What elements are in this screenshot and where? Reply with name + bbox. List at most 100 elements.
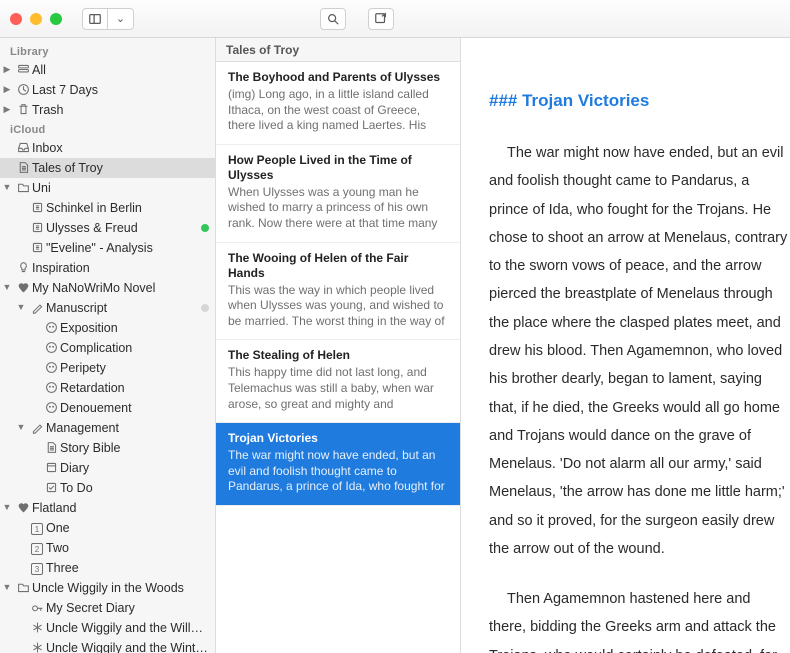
sidebar-item-uncle-wiggily-and-the-wintergreen[interactable]: ▶Uncle Wiggily and the Wintergreen	[0, 638, 215, 653]
disclosure-triangle-icon: ▶	[14, 542, 28, 553]
search-button[interactable]	[320, 8, 346, 30]
sidebar-item-label: Schinkel in Berlin	[46, 201, 209, 215]
note-list: The Boyhood and Parents of Ulysses(img) …	[216, 62, 460, 653]
sidebar-item-label: Exposition	[60, 321, 209, 335]
sidebar: Library ▶All▶Last 7 Days▶Trash iCloud ▶I…	[0, 38, 216, 653]
sidebar-item-flatland[interactable]: ▼Flatland	[0, 498, 215, 518]
disclosure-triangle-icon: ▶	[14, 562, 28, 573]
disclosure-triangle-icon[interactable]: ▶	[0, 104, 14, 115]
sidebar-item-label: Uncle Wiggily in the Woods	[32, 581, 209, 595]
disclosure-triangle-icon[interactable]: ▶	[0, 84, 14, 95]
note-title: How People Lived in the Time of Ulysses	[228, 153, 448, 183]
note-preview: (img) Long ago, in a little island calle…	[228, 87, 448, 134]
pen-icon	[28, 421, 46, 435]
heart-icon	[14, 281, 32, 295]
sidebar-item-complication[interactable]: ▶ Complication	[0, 338, 215, 358]
sidebar-item-all[interactable]: ▶ All	[0, 60, 215, 80]
disclosure-triangle-icon[interactable]: ▼	[0, 182, 14, 192]
note-preview: When Ulysses was a young man he wished t…	[228, 185, 448, 232]
snow-icon	[28, 641, 46, 653]
maximize-button[interactable]	[50, 13, 62, 25]
sidebar-item-trash[interactable]: ▶ Trash	[0, 100, 215, 120]
folder-icon	[14, 581, 32, 595]
sidebar-item-two[interactable]: ▶2Two	[0, 538, 215, 558]
disclosure-triangle-icon[interactable]: ▼	[0, 282, 14, 292]
sidebar-item-eveline-analysis[interactable]: ▶"Eveline" - Analysis	[0, 238, 215, 258]
note-list-item[interactable]: Trojan VictoriesThe war might now have e…	[216, 423, 460, 506]
sidebar-item-tales-of-troy[interactable]: ▶Tales of Troy	[0, 158, 215, 178]
sidebar-item-my-nanowrimo-novel[interactable]: ▼ My NaNoWriMo Novel	[0, 278, 215, 298]
sidebar-item-exposition[interactable]: ▶ Exposition	[0, 318, 215, 338]
sidebar-item-label: One	[46, 521, 209, 535]
disclosure-triangle-icon: ▶	[14, 622, 28, 633]
disclosure-triangle-icon: ▶	[28, 322, 42, 333]
sidebar-item-manuscript[interactable]: ▼ Manuscript	[0, 298, 215, 318]
disclosure-triangle-icon[interactable]: ▼	[14, 422, 28, 432]
sidebar-item-ulysses-freud[interactable]: ▶Ulysses & Freud	[0, 218, 215, 238]
sidebar-item-management[interactable]: ▼Management	[0, 418, 215, 438]
sidebar-item-inbox[interactable]: ▶Inbox	[0, 138, 215, 158]
note-list-item[interactable]: The Wooing of Helen of the Fair HandsThi…	[216, 243, 460, 341]
disclosure-triangle-icon: ▶	[0, 142, 14, 153]
sidebar-item-retardation[interactable]: ▶Retardation	[0, 378, 215, 398]
sidebar-item-label: Complication	[60, 341, 209, 355]
disclosure-triangle-icon: ▶	[14, 202, 28, 213]
sidebar-item-label: Two	[46, 541, 209, 555]
editor-paragraph: The war might now have ended, but an evi…	[489, 139, 790, 563]
disclosure-triangle-icon[interactable]: ▶	[0, 64, 14, 75]
calendar-icon	[42, 461, 60, 475]
sidebar-item-peripety[interactable]: ▶Peripety	[0, 358, 215, 378]
disclosure-triangle-icon: ▶	[14, 222, 28, 233]
sidebar-dropdown-button[interactable]: ⌄	[108, 8, 134, 30]
heart-icon	[14, 501, 32, 515]
sidebar-item-diary[interactable]: ▶Diary	[0, 458, 215, 478]
sidebar-item-label: My NaNoWriMo Novel	[32, 281, 209, 295]
inbox-icon	[14, 141, 32, 155]
sidebar-item-uncle-wiggily-in-the-woods[interactable]: ▼ Uncle Wiggily in the Woods	[0, 578, 215, 598]
sidebar-item-label: "Eveline" - Analysis	[46, 241, 209, 255]
note-title: The Wooing of Helen of the Fair Hands	[228, 251, 448, 281]
close-button[interactable]	[10, 13, 22, 25]
sidebar-item-label: All	[32, 63, 209, 77]
disclosure-triangle-icon: ▶	[28, 342, 42, 353]
sidebar-item-last7[interactable]: ▶Last 7 Days	[0, 80, 215, 100]
sidebar-item-three[interactable]: ▶3Three	[0, 558, 215, 578]
note-preview: This happy time did not last long, and T…	[228, 365, 448, 412]
note-list-pane: Tales of Troy The Boyhood and Parents of…	[216, 38, 461, 653]
disclosure-triangle-icon[interactable]: ▼	[14, 302, 28, 312]
face-surprise-icon	[42, 361, 60, 375]
sidebar-item-denouement[interactable]: ▶ Denouement	[0, 398, 215, 418]
sidebar-item-one[interactable]: ▶1One	[0, 518, 215, 538]
disclosure-triangle-icon: ▶	[28, 402, 42, 413]
disclosure-triangle-icon[interactable]: ▼	[0, 502, 14, 512]
sidebar-item-uni[interactable]: ▼Uni	[0, 178, 215, 198]
folder-icon	[14, 181, 32, 195]
sidebar-item-my-secret-diary[interactable]: ▶My Secret Diary	[0, 598, 215, 618]
sidebar-item-label: Trash	[32, 103, 209, 117]
sidebar-item-label: Manuscript	[46, 301, 201, 315]
sidebar-item-schinkel-in-berlin[interactable]: ▶ Schinkel in Berlin	[0, 198, 215, 218]
disclosure-triangle-icon: ▶	[14, 522, 28, 533]
doc-icon	[14, 161, 32, 175]
editor-pane[interactable]: ### Trojan Victories The war might now h…	[461, 38, 790, 653]
note-list-item[interactable]: How People Lived in the Time of UlyssesW…	[216, 145, 460, 243]
sidebar-item-to-do[interactable]: ▶To Do	[0, 478, 215, 498]
note-list-item[interactable]: The Stealing of HelenThis happy time did…	[216, 340, 460, 423]
snow-icon	[28, 621, 46, 635]
clock-icon	[14, 83, 32, 97]
sidebar-item-label: Denouement	[60, 401, 209, 415]
compose-button[interactable]	[368, 8, 394, 30]
editor-paragraph: Then Agamemnon hastened here and there, …	[489, 585, 790, 653]
note-list-item[interactable]: The Boyhood and Parents of Ulysses(img) …	[216, 62, 460, 145]
status-badge	[201, 224, 209, 232]
num3-icon: 3	[28, 561, 46, 575]
disclosure-triangle-icon[interactable]: ▼	[0, 582, 14, 592]
sidebar-item-uncle-wiggily-and-the-willow-tree[interactable]: ▶Uncle Wiggily and the Willow Tree	[0, 618, 215, 638]
sidebar-item-label: My Secret Diary	[46, 601, 209, 615]
minimize-button[interactable]	[30, 13, 42, 25]
disclosure-triangle-icon: ▶	[14, 642, 28, 653]
sidebar-item-inspiration[interactable]: ▶Inspiration	[0, 258, 215, 278]
sidebar-toggle-button[interactable]	[82, 8, 108, 30]
sidebar-item-story-bible[interactable]: ▶Story Bible	[0, 438, 215, 458]
disclosure-triangle-icon: ▶	[28, 442, 42, 453]
